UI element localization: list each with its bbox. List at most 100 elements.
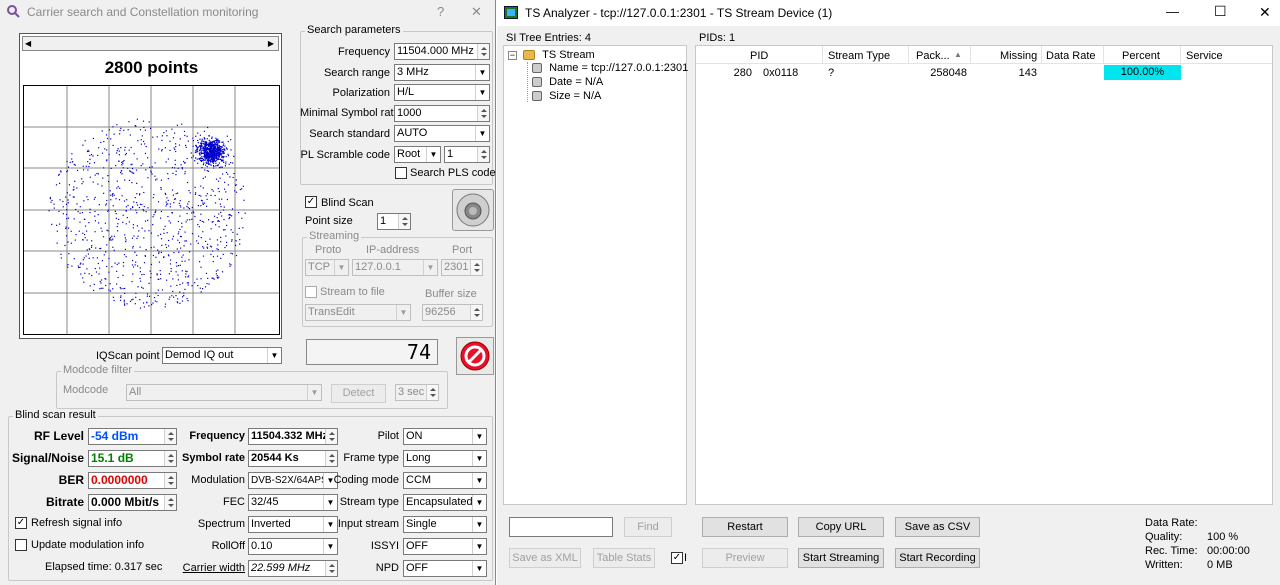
carrier-width-label[interactable]: Carrier width [170, 561, 245, 575]
proto-select[interactable]: TCP ▼ [305, 259, 349, 276]
coding-mode-select[interactable]: CCM ▼ [403, 472, 487, 489]
copy-url-button[interactable]: Copy URL [798, 517, 884, 537]
cell-missing: 143 [1018, 67, 1037, 79]
table-row[interactable]: 280 0x0118 ? 258048 143 100.00% [696, 65, 1272, 81]
start-recording-button[interactable]: Start Recording [895, 548, 980, 568]
window-close-icon[interactable]: ✕ [1259, 4, 1271, 21]
min-symbol-rate-input[interactable]: 1000 [394, 105, 490, 122]
port-label: Port [452, 244, 473, 256]
update-modulation-label: Update modulation info [31, 539, 145, 551]
tree-line [527, 62, 528, 102]
stop-button[interactable] [456, 337, 494, 375]
table-stats-checkbox-label: I [684, 552, 688, 564]
minimize-icon[interactable]: — [1166, 4, 1179, 19]
pilot-select[interactable]: ON ▼ [403, 428, 487, 445]
symbol-rate-value: 20544 Ks [248, 450, 338, 467]
pids-table-header: PID Stream Type Pack... ▲ Missing Data R… [696, 46, 1272, 64]
col-pid[interactable]: PID [750, 49, 768, 63]
stream-file-select[interactable]: TransEdit ▼ [305, 304, 411, 321]
tree-item[interactable]: Date = N/A [532, 76, 603, 88]
detect-button[interactable]: Detect [331, 384, 386, 403]
signal-noise-label: Signal/Noise [11, 451, 84, 465]
tree-root-label: TS Stream [542, 49, 595, 61]
search-range-select[interactable]: 3 MHz ▼ [394, 64, 490, 81]
modulation-label: Modulation [191, 474, 245, 486]
col-missing[interactable]: Missing [1000, 49, 1037, 63]
search-standard-select[interactable]: AUTO ▼ [394, 125, 490, 142]
col-stream-type[interactable]: Stream Type [828, 49, 890, 63]
update-modulation-checkbox[interactable] [15, 539, 27, 551]
carrier-search-window: Carrier search and Constellation monitor… [0, 0, 496, 585]
point-size-input[interactable]: 1 [377, 213, 411, 230]
node-icon [532, 63, 542, 74]
buffer-size-input[interactable]: 96256 [422, 304, 483, 321]
snapshot-button[interactable] [452, 189, 494, 231]
close-icon[interactable]: ✕ [471, 4, 482, 20]
pl-scramble-root-select[interactable]: Root ▼ [394, 146, 441, 163]
pl-scramble-label: PL Scramble code [300, 149, 390, 161]
timeout-input[interactable]: 3 sec [395, 384, 439, 401]
result-frequency-value: 11504.332 MHz [248, 428, 338, 445]
maximize-icon[interactable]: ☐ [1214, 3, 1227, 20]
frequency-input[interactable]: 11504.000 MHz [394, 43, 490, 60]
pl-scramble-input[interactable]: 1 [444, 146, 490, 163]
tree-root[interactable]: − TS Stream [508, 49, 595, 63]
node-icon [532, 91, 542, 102]
help-icon[interactable]: ? [437, 4, 444, 19]
si-tree-header: SI Tree Entries: 4 [506, 32, 591, 44]
tree-item-label: Date = N/A [549, 76, 604, 88]
col-percent[interactable]: Percent [1122, 49, 1160, 63]
search-standard-label: Search standard [309, 128, 390, 140]
frame-type-select[interactable]: Long ▼ [403, 450, 487, 467]
data-rate-label: Data Rate: [1145, 517, 1198, 529]
constellation-plot [23, 85, 280, 335]
tree-item[interactable]: Name = tcp://127.0.0.1:2301 [532, 62, 688, 74]
stream-type-select[interactable]: Encapsulated ▼ [403, 494, 487, 511]
table-stats-button[interactable]: Table Stats [593, 548, 655, 568]
col-service[interactable]: Service [1186, 49, 1223, 63]
input-stream-select[interactable]: Single ▼ [403, 516, 487, 533]
refresh-signal-label: Refresh signal info [31, 517, 123, 529]
scroll-left-icon[interactable]: ◀ [25, 39, 31, 48]
issyi-select[interactable]: OFF ▼ [403, 538, 487, 555]
iqscan-select[interactable]: Demod IQ out ▼ [162, 347, 282, 364]
tree-item-label: Size = N/A [549, 90, 602, 102]
stream-to-file-checkbox[interactable] [305, 286, 317, 298]
frame-type-label: Frame type [343, 452, 399, 464]
collapse-icon[interactable]: − [508, 50, 517, 60]
table-stats-checkbox[interactable]: ✓ [671, 552, 683, 564]
buffer-size-label: Buffer size [425, 288, 477, 300]
port-input[interactable]: 2301 [441, 259, 483, 276]
restart-button[interactable]: Restart [702, 517, 788, 537]
polarization-select[interactable]: H/L ▼ [394, 84, 490, 101]
col-packets[interactable]: Pack... [916, 49, 950, 63]
spectrum-label: Spectrum [197, 518, 245, 530]
ip-address-select[interactable]: 127.0.0.1 ▼ [352, 259, 438, 276]
preview-button[interactable]: Preview [702, 548, 788, 568]
modcode-select[interactable]: All ▼ [126, 384, 322, 401]
fec-select[interactable]: 32/45 ▼ [248, 494, 338, 511]
blind-scan-checkbox[interactable]: ✓ [305, 196, 317, 208]
si-tree-panel: − TS Stream Name = tcp://127.0.0.1:2301 … [503, 45, 688, 505]
constellation-scrollbar[interactable]: ◀ ▶ [22, 36, 279, 51]
stream-to-file-label: Stream to file [320, 286, 385, 298]
node-icon [532, 77, 542, 88]
save-as-xml-button[interactable]: Save as XML [509, 548, 581, 568]
search-pls-checkbox[interactable] [395, 167, 407, 179]
folder-icon [523, 50, 536, 61]
modulation-select[interactable]: DVB-S2X/64APSK ▼ [248, 472, 338, 489]
rolloff-select[interactable]: 0.10 ▼ [248, 538, 338, 555]
find-input[interactable] [509, 517, 613, 537]
find-button[interactable]: Find [624, 517, 672, 537]
start-streaming-button[interactable]: Start Streaming [798, 548, 884, 568]
col-data-rate[interactable]: Data Rate [1046, 49, 1096, 63]
tree-item[interactable]: Size = N/A [532, 90, 601, 102]
scroll-right-icon[interactable]: ▶ [268, 39, 274, 48]
cell-packets: 258048 [930, 67, 967, 79]
spectrum-select[interactable]: Inverted ▼ [248, 516, 338, 533]
proto-label: Proto [315, 244, 342, 256]
save-as-csv-button[interactable]: Save as CSV [895, 517, 980, 537]
npd-select[interactable]: OFF ▼ [403, 560, 487, 577]
modcode-label: Modcode [63, 384, 109, 396]
refresh-signal-checkbox[interactable]: ✓ [15, 517, 27, 529]
